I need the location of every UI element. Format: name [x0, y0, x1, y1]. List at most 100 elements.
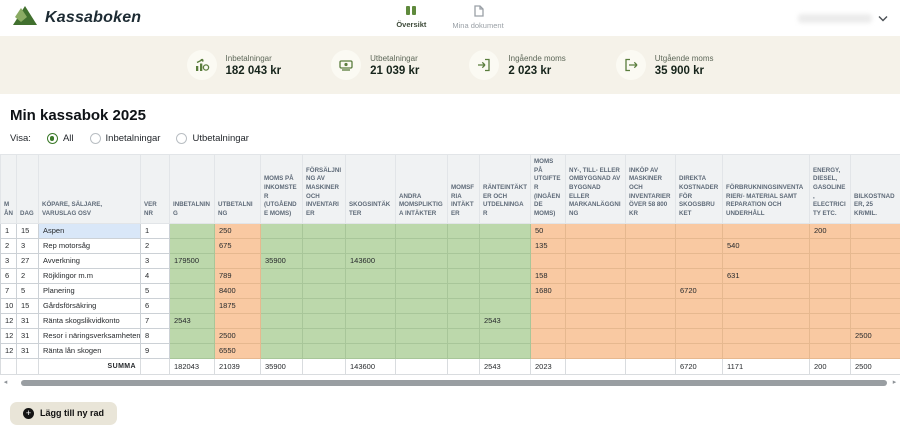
cell[interactable] — [170, 283, 215, 298]
cell[interactable]: 8 — [141, 328, 170, 343]
cell[interactable] — [531, 343, 566, 358]
cell[interactable] — [346, 268, 396, 283]
cell[interactable]: 2500 — [215, 328, 261, 343]
cell[interactable]: 250 — [215, 223, 261, 238]
cell[interactable] — [303, 268, 346, 283]
cell[interactable] — [480, 238, 531, 253]
cell[interactable] — [261, 298, 303, 313]
cell[interactable] — [303, 283, 346, 298]
cell[interactable] — [851, 223, 900, 238]
cell[interactable]: 789 — [215, 268, 261, 283]
cell[interactable] — [396, 223, 448, 238]
cell[interactable] — [303, 313, 346, 328]
cell[interactable]: Planering — [39, 283, 141, 298]
cell[interactable] — [626, 253, 676, 268]
cell[interactable] — [303, 253, 346, 268]
nav-item-mina-dokument[interactable]: Mina dokument — [452, 5, 503, 30]
cell[interactable] — [723, 328, 810, 343]
cell[interactable] — [346, 328, 396, 343]
cell[interactable]: 6 — [1, 268, 17, 283]
cell[interactable] — [346, 298, 396, 313]
cell[interactable] — [851, 283, 900, 298]
cell[interactable] — [676, 313, 723, 328]
cell[interactable]: Gårdsförsäkring — [39, 298, 141, 313]
add-row-button[interactable]: + Lägg till ny rad — [10, 402, 117, 425]
cell[interactable] — [723, 343, 810, 358]
cell[interactable] — [566, 268, 626, 283]
cell[interactable] — [396, 268, 448, 283]
cell[interactable]: 15 — [17, 223, 39, 238]
cell[interactable]: Rep motorsåg — [39, 238, 141, 253]
cell[interactable] — [303, 298, 346, 313]
cell[interactable] — [566, 343, 626, 358]
cell[interactable] — [810, 268, 851, 283]
cell[interactable] — [261, 223, 303, 238]
cell[interactable] — [626, 313, 676, 328]
cell[interactable] — [261, 343, 303, 358]
cell[interactable] — [676, 253, 723, 268]
cell[interactable]: 35900 — [261, 253, 303, 268]
radio-selected-icon[interactable] — [47, 133, 58, 144]
horizontal-scrollbar[interactable]: ◂ ▸ — [0, 378, 900, 388]
cell[interactable] — [810, 328, 851, 343]
cell[interactable]: 675 — [215, 238, 261, 253]
cell[interactable]: 179500 — [170, 253, 215, 268]
cell[interactable]: 2 — [17, 268, 39, 283]
cell[interactable]: Aspen — [39, 223, 141, 238]
cell[interactable]: 7 — [141, 313, 170, 328]
cell[interactable]: 5 — [141, 283, 170, 298]
cell[interactable]: 10 — [1, 298, 17, 313]
cell[interactable] — [810, 343, 851, 358]
cell[interactable]: Ränta lån skogen — [39, 343, 141, 358]
cell[interactable]: 158 — [531, 268, 566, 283]
cell[interactable] — [531, 298, 566, 313]
cell[interactable] — [170, 223, 215, 238]
cell[interactable] — [676, 328, 723, 343]
cell[interactable] — [810, 238, 851, 253]
cell[interactable] — [448, 283, 480, 298]
cell[interactable]: 50 — [531, 223, 566, 238]
cell[interactable] — [626, 343, 676, 358]
cell[interactable] — [346, 343, 396, 358]
cell[interactable] — [448, 223, 480, 238]
cell[interactable] — [448, 253, 480, 268]
cell[interactable] — [676, 238, 723, 253]
cell[interactable] — [303, 328, 346, 343]
scroll-left-icon[interactable]: ◂ — [2, 379, 9, 386]
cell[interactable] — [626, 283, 676, 298]
cell[interactable]: 12 — [1, 343, 17, 358]
cell[interactable] — [346, 238, 396, 253]
cell[interactable]: 12 — [1, 313, 17, 328]
cell[interactable] — [851, 313, 900, 328]
cell[interactable]: 6720 — [676, 283, 723, 298]
cell[interactable] — [448, 328, 480, 343]
cell[interactable] — [566, 313, 626, 328]
cell[interactable] — [480, 268, 531, 283]
cell[interactable] — [676, 298, 723, 313]
radio-icon[interactable] — [90, 133, 101, 144]
cell[interactable]: 3 — [17, 238, 39, 253]
cell[interactable]: 2 — [1, 238, 17, 253]
cell[interactable] — [626, 223, 676, 238]
cell[interactable] — [303, 238, 346, 253]
cell[interactable] — [851, 343, 900, 358]
cell[interactable] — [566, 298, 626, 313]
cell[interactable] — [810, 253, 851, 268]
cell[interactable] — [566, 223, 626, 238]
cell[interactable] — [170, 298, 215, 313]
cell[interactable]: 1875 — [215, 298, 261, 313]
cell[interactable]: 2500 — [851, 328, 900, 343]
cell[interactable] — [723, 223, 810, 238]
cell[interactable] — [851, 268, 900, 283]
cell[interactable] — [448, 343, 480, 358]
filter-option-utbetalningar[interactable]: Utbetalningar — [176, 133, 249, 144]
cell[interactable]: 8400 — [215, 283, 261, 298]
cell[interactable] — [346, 223, 396, 238]
cell[interactable] — [676, 268, 723, 283]
cell[interactable] — [531, 328, 566, 343]
cell[interactable]: 12 — [1, 328, 17, 343]
cell[interactable]: 4 — [141, 268, 170, 283]
cell[interactable]: Ränta skogslikvidkonto — [39, 313, 141, 328]
filter-option-inbetalningar[interactable]: Inbetalningar — [90, 133, 161, 144]
cell[interactable] — [261, 328, 303, 343]
